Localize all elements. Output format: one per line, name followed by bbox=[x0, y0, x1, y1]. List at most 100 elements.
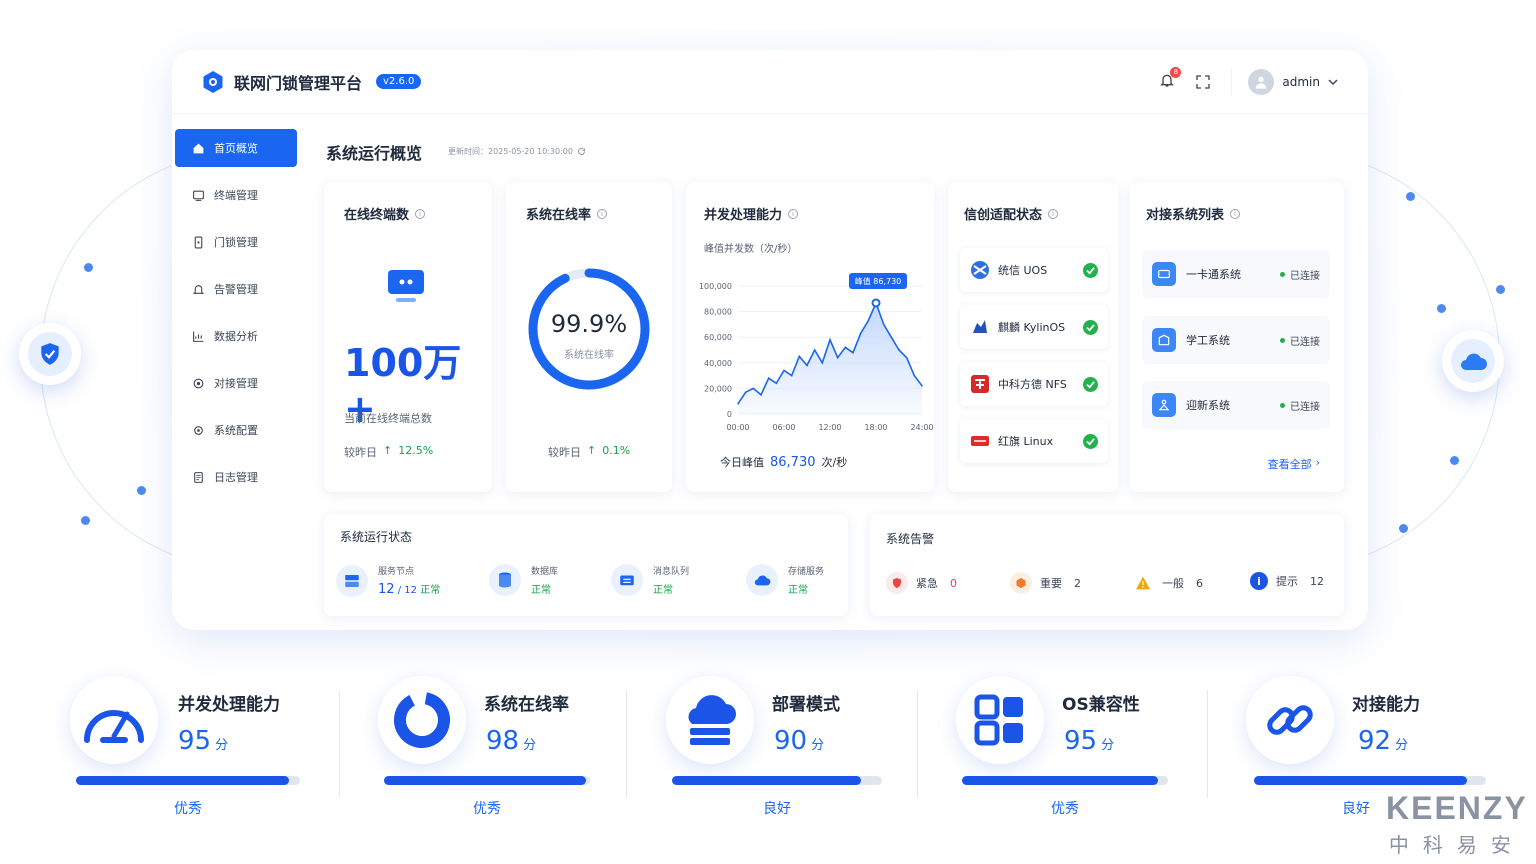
check-icon bbox=[1083, 319, 1098, 335]
card-title: 在线终端数 i bbox=[344, 204, 426, 223]
kylin-icon bbox=[973, 320, 987, 333]
alerts-card: 系统告警 紧急 0 重要 2 一般 6 i 提示 12 bbox=[870, 514, 1344, 616]
metric-title: 部署模式 bbox=[772, 695, 840, 715]
terminal-icon bbox=[193, 190, 204, 201]
fullscreen-icon[interactable] bbox=[1195, 74, 1211, 90]
alert-major[interactable]: 重要 2 bbox=[1010, 572, 1081, 594]
status-item-storage: 存储服务 正常 bbox=[746, 564, 824, 596]
decor-dot bbox=[137, 486, 146, 495]
sidebar-item-integration[interactable]: 对接管理 bbox=[175, 364, 297, 402]
card-title: 系统在线率 i bbox=[526, 204, 608, 223]
peak-summary: 今日峰值 86,730 次/秒 bbox=[720, 455, 848, 470]
os-item-kylin[interactable]: 麒麟 KylinOS bbox=[960, 305, 1108, 349]
status-item-database: 数据库 正常 bbox=[489, 564, 558, 596]
decor-dot bbox=[84, 263, 93, 272]
log-icon bbox=[194, 471, 203, 483]
view-all-link[interactable]: 查看全部 › bbox=[1268, 456, 1320, 472]
data-point bbox=[829, 338, 831, 341]
os-item-nfs[interactable]: 中科方德 NFS bbox=[960, 362, 1108, 406]
card-title: 对接系统列表 i bbox=[1146, 204, 1241, 223]
run-status-card: 系统运行状态 服务节点 12 / 12 正常 数据库 正常 消息队列 正常 存储服务… bbox=[324, 514, 848, 616]
user-menu[interactable]: admin bbox=[1231, 68, 1338, 95]
data-point bbox=[898, 349, 900, 351]
metric-progress-bar bbox=[1254, 776, 1486, 785]
message-queue-icon bbox=[611, 564, 643, 596]
card-title: 信创适配状态 i bbox=[964, 204, 1059, 223]
sidebar-item-config[interactable]: 系统配置 bbox=[175, 411, 297, 449]
y-tick-label: 0 bbox=[727, 410, 732, 419]
sidebar-item-log[interactable]: 日志管理 bbox=[175, 458, 297, 496]
uptime-compare: 较昨日 ↑ 0.1% bbox=[548, 444, 631, 459]
concurrency-card: 并发处理能力 i 峰值并发数（次/秒） 0 20,000 40,000 60,000 80… bbox=[686, 182, 934, 492]
sidebar-item-alarm[interactable]: 告警管理 bbox=[175, 270, 297, 308]
cloud-icon bbox=[1461, 353, 1487, 370]
alert-normal[interactable]: 一般 6 bbox=[1132, 572, 1203, 594]
metric-progress-bar bbox=[672, 776, 882, 785]
warning-triangle-icon bbox=[1132, 572, 1154, 594]
os-item-redflag[interactable]: 红旗 Linux bbox=[960, 419, 1108, 463]
metric-score: 95 分 bbox=[178, 726, 229, 756]
decor-dot bbox=[81, 516, 90, 525]
divider bbox=[339, 690, 340, 798]
sidebar-item-home[interactable]: 首页概览 bbox=[175, 129, 297, 167]
metric-title: 系统在线率 bbox=[484, 695, 569, 715]
integrations-card: 对接系统列表 i 一卡通系统 已连接 学工系统 已连接 迎新系统 已连接 查看全部… bbox=[1130, 182, 1344, 492]
data-point bbox=[890, 336, 893, 338]
info-icon: i bbox=[597, 208, 608, 219]
x-tick-label: 06:00 bbox=[772, 423, 795, 432]
brand-name-en: KEENZY bbox=[1386, 790, 1528, 826]
data-point bbox=[921, 385, 923, 387]
x-tick-label: 24:00 bbox=[910, 423, 933, 432]
sidebar-item-terminal[interactable]: 终端管理 bbox=[175, 176, 297, 214]
concurrency-chart: 0 20,000 40,000 60,000 80,000 100,000 00:00 06:… bbox=[699, 272, 934, 432]
y-tick-label: 20,000 bbox=[704, 384, 732, 393]
metric-progress-fill bbox=[672, 776, 861, 785]
data-point bbox=[852, 351, 854, 354]
divider bbox=[1207, 690, 1208, 798]
check-icon bbox=[1083, 433, 1098, 449]
metric-progress-fill bbox=[76, 776, 289, 785]
metric-progress-fill bbox=[1254, 776, 1468, 785]
metric-grade: 优秀 bbox=[174, 801, 202, 817]
refresh-icon[interactable] bbox=[577, 147, 586, 156]
integration-item-student[interactable]: 学工系统 已连接 bbox=[1142, 316, 1330, 364]
os-item-uos[interactable]: 统信 UOS bbox=[960, 248, 1108, 292]
sidebar-item-analytics[interactable]: 数据分析 bbox=[175, 317, 297, 355]
data-point bbox=[806, 364, 808, 367]
x-tick-label: 12:00 bbox=[818, 423, 841, 432]
decor-dot bbox=[1496, 285, 1505, 294]
notification-count: 8 bbox=[1170, 66, 1182, 78]
data-point bbox=[813, 349, 816, 351]
data-point bbox=[867, 319, 870, 322]
card-system-icon bbox=[1152, 262, 1176, 286]
avatar bbox=[1248, 68, 1275, 95]
nfs-icon bbox=[971, 375, 989, 393]
page-title: 系统运行概览 bbox=[326, 144, 423, 163]
card-title: 系统运行状态 bbox=[340, 530, 413, 544]
metric-grade: 良好 bbox=[763, 801, 791, 817]
data-point bbox=[744, 391, 747, 394]
data-point bbox=[752, 387, 755, 390]
chart-icon bbox=[193, 331, 204, 342]
data-point bbox=[783, 369, 785, 372]
database-icon bbox=[489, 564, 521, 596]
integration-item-card[interactable]: 一卡通系统 已连接 bbox=[1142, 250, 1330, 298]
y-tick-label: 60,000 bbox=[704, 333, 732, 342]
major-hexagon-icon bbox=[1010, 572, 1032, 594]
grid-icon bbox=[974, 694, 1023, 746]
alert-critical[interactable]: 紧急 0 bbox=[886, 572, 957, 594]
home-icon bbox=[193, 143, 204, 153]
sidebar-item-lock[interactable]: 门锁管理 bbox=[175, 223, 297, 261]
metric-progress-bar bbox=[384, 776, 590, 785]
app-logo[interactable]: 联网门锁管理平台 v2.6.0 bbox=[202, 70, 422, 94]
main-content: 系统运行概览 更新时间：2025-05-20 10:30:00 在线终端数 i 1… bbox=[302, 114, 1368, 630]
info-icon: i bbox=[788, 208, 799, 219]
metric-progress-bar bbox=[76, 776, 300, 785]
alert-info[interactable]: i 提示 12 bbox=[1250, 572, 1324, 590]
x-tick-label: 18:00 bbox=[864, 423, 887, 432]
notification-button[interactable]: 8 bbox=[1159, 66, 1182, 92]
data-point bbox=[821, 362, 824, 364]
integration-item-welcome[interactable]: 迎新系统 已连接 bbox=[1142, 381, 1330, 429]
metric-icon-circle bbox=[378, 676, 466, 764]
chevron-down-icon bbox=[1328, 78, 1338, 85]
